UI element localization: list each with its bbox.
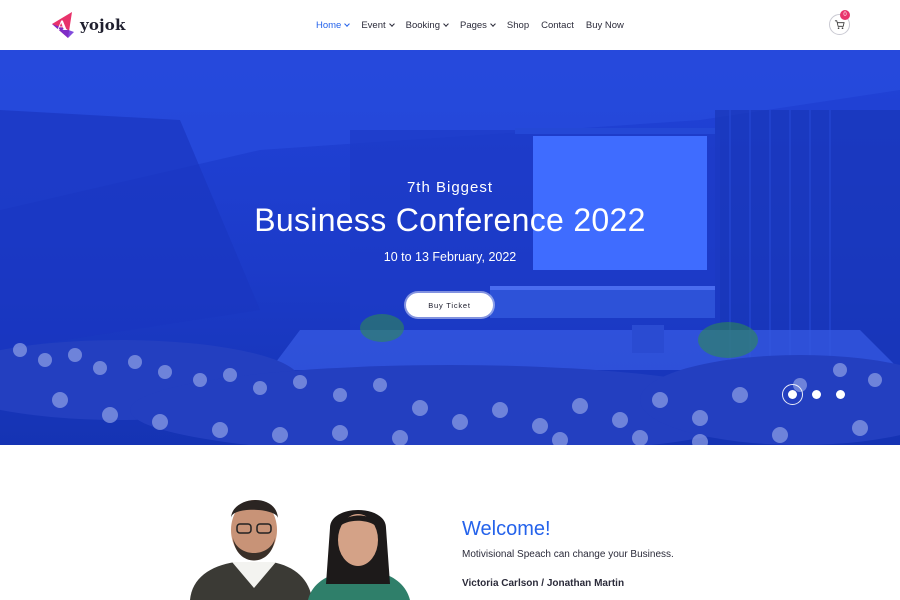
main-nav: Home Event Booking Pages Shop Contact Bu…: [316, 0, 636, 50]
cart-icon: [834, 20, 845, 29]
hero-slider: 7th Biggest Business Conference 2022 10 …: [0, 50, 900, 445]
nav-item-label: Event: [361, 19, 386, 31]
nav-item-label: Buy Now: [585, 19, 624, 31]
nav-item-label: Shop: [506, 19, 530, 31]
logo-mark-icon: A: [50, 10, 78, 40]
hero-date: 10 to 13 February, 2022: [383, 250, 517, 264]
nav-item-home[interactable]: Home: [316, 19, 351, 31]
chevron-down-icon: [344, 20, 351, 27]
nav-item-label: Pages: [459, 19, 487, 31]
welcome-text: Motivisional Speach can change your Busi…: [462, 549, 674, 560]
hero-title: Business Conference 2022: [254, 202, 646, 238]
buy-ticket-button[interactable]: Buy Ticket: [406, 293, 493, 317]
speakers-photo: [180, 488, 420, 600]
nav-item-label: Booking: [405, 19, 440, 31]
welcome-title: Welcome!: [462, 518, 551, 540]
nav-item-shop[interactable]: Shop: [507, 20, 529, 31]
logo-letter: A: [56, 19, 68, 34]
slider-dot-2[interactable]: [812, 390, 821, 399]
chevron-down-icon: [490, 20, 496, 27]
nav-item-buy-now[interactable]: Buy Now: [586, 20, 624, 31]
speaker-names: Victoria Carlson / Jonathan Martin: [462, 578, 625, 589]
nav-item-label: Contact: [541, 19, 574, 31]
brand-name: yojok: [80, 16, 126, 34]
slider-pagination: [782, 384, 852, 406]
cart-count-badge: 0: [840, 10, 850, 20]
nav-item-label: Home: [316, 19, 342, 31]
slider-dot-1[interactable]: [788, 390, 797, 399]
nav-item-event[interactable]: Event: [361, 19, 395, 31]
chevron-down-icon: [443, 20, 449, 27]
chevron-down-icon: [388, 20, 395, 27]
site-header: A yojok Home Event Booking Pages Shop Co…: [0, 0, 900, 50]
slider-dot-3[interactable]: [836, 390, 845, 399]
nav-item-pages[interactable]: Pages: [459, 19, 496, 31]
conference-hall-image: [0, 50, 900, 445]
hero-subtitle: 7th Biggest: [406, 179, 494, 196]
brand-logo[interactable]: A yojok: [50, 9, 126, 41]
nav-item-contact[interactable]: Contact: [541, 20, 574, 31]
nav-item-booking[interactable]: Booking: [405, 19, 449, 31]
